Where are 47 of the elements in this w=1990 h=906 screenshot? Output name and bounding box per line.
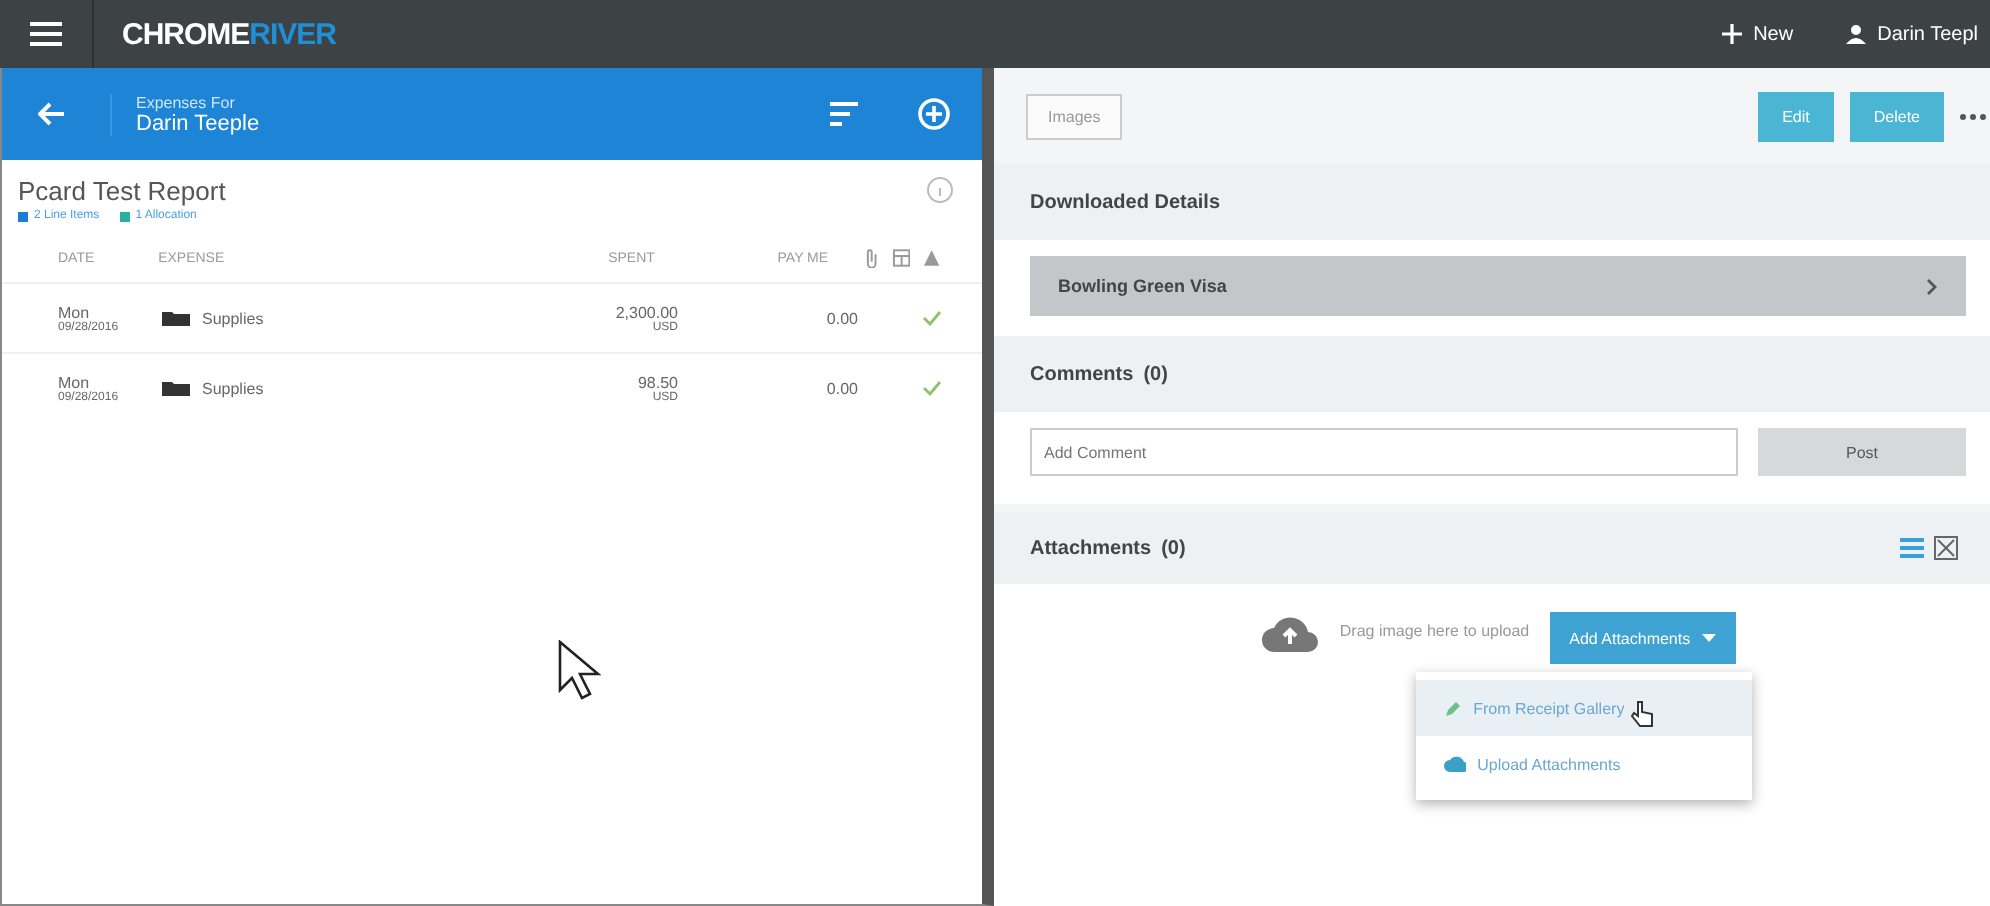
card-row[interactable]: Bowling Green Visa: [1030, 256, 1966, 316]
employee-name: Darin Teeple: [136, 111, 260, 135]
header-caption: Expenses For: [136, 93, 237, 111]
card-name: Bowling Green Visa: [1058, 276, 1227, 296]
date-cell-text: Mon: [58, 303, 90, 321]
date-cell-text: Mon: [58, 373, 90, 391]
new-button[interactable]: New: [1709, 23, 1806, 45]
hand-pointer-icon: [1629, 700, 1654, 728]
comment-field[interactable]: Add Comment: [1030, 428, 1738, 476]
checkmark-icon: [922, 380, 942, 396]
pay-me-cell-text: 0.00: [824, 309, 858, 327]
caret-icon: [1702, 634, 1717, 642]
add-circle-icon[interactable]: [918, 98, 950, 130]
folder-icon: [162, 380, 190, 396]
attachment-count: (0): [1161, 537, 1186, 559]
cloud-upload-icon: [1443, 756, 1466, 772]
sort-icon[interactable]: [830, 102, 858, 126]
add-attachments-button[interactable]: Add Attachments: [1549, 612, 1737, 664]
section-title: Attachments: [1030, 537, 1152, 559]
checkmark-icon: [922, 310, 942, 326]
cloud-upload-icon: [1259, 612, 1320, 652]
more-icon[interactable]: [1960, 113, 1990, 119]
expense-cell: Supplies: [202, 309, 264, 327]
post-button[interactable]: Post: [1758, 428, 1966, 476]
drop-hint: Drag image here to upload: [1339, 622, 1530, 640]
section-title: Downloaded Details: [994, 164, 1990, 240]
section-title: Comments: [1030, 363, 1134, 385]
expense-cell: Supplies: [202, 379, 264, 397]
amount-cell: 98.50: [637, 373, 678, 391]
plus-icon: [1721, 24, 1742, 44]
amount-cell: 2,300.00: [615, 303, 678, 321]
mouse-pointer-icon: [558, 640, 602, 700]
folder-icon: [162, 310, 190, 326]
user-icon: [1845, 24, 1866, 44]
list-view-icon[interactable]: [1900, 538, 1924, 558]
report-title: Pcard Test Report: [18, 176, 226, 206]
logo: CHROMERIVER: [122, 17, 337, 51]
paperclip-icon: [864, 248, 880, 268]
back-arrow-icon[interactable]: [38, 102, 66, 126]
pay-me-cell-text: 0.00: [824, 379, 858, 397]
chevron-right-icon: [1926, 277, 1938, 295]
menu-item[interactable]: Upload Attachments: [1415, 736, 1752, 792]
images-button[interactable]: Images: [1026, 93, 1123, 139]
pencil-icon: [1443, 699, 1462, 717]
warning-icon: [922, 248, 943, 268]
comment-count: (0): [1143, 363, 1168, 385]
user-menu[interactable]: Darin Teepl: [1833, 23, 1990, 45]
